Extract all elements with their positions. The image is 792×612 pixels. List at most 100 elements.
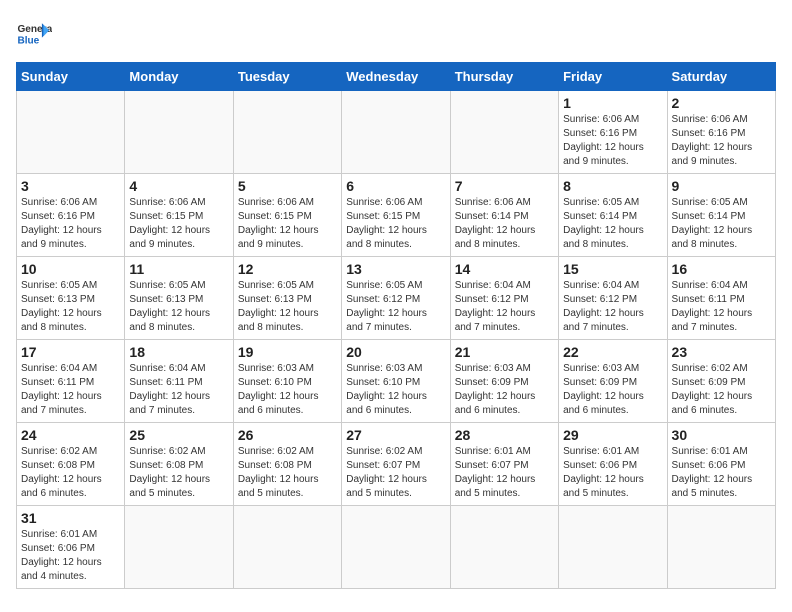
calendar-cell: 13 Sunrise: 6:05 AM Sunset: 6:12 PM Dayli… [342,257,450,340]
svg-text:Blue: Blue [17,35,39,46]
day-info: Sunrise: 6:02 AM Sunset: 6:08 PM Dayligh… [129,445,228,501]
day-number: 16 [672,261,771,277]
day-number: 21 [455,344,554,360]
calendar-cell: 20Sunrise: 6:03 AM Sunset: 6:10 PM Dayli… [342,340,450,423]
calendar-week-0: 1 Sunrise: 6:06 AM Sunset: 6:16 PM Daylig… [17,91,776,174]
calendar-cell: 8Sunrise: 6:05 AM Sunset: 6:14 PM Daylig… [559,174,667,257]
calendar-cell: 12Sunrise: 6:05 AM Sunset: 6:13 PM Dayli… [233,257,341,340]
day-info: Sunrise: 6:04 AM Sunset: 6:11 PM Dayligh… [21,362,120,418]
day-info: Sunrise: 6:03 AM Sunset: 6:10 PM Dayligh… [346,362,445,418]
day-number: 26 [238,427,337,443]
day-number: 28 [455,427,554,443]
calendar-week-5: 31 Sunrise: 6:01 AM Sunset: 6:06 PM Dayli… [17,506,776,589]
day-header-saturday: Saturday [667,63,775,91]
day-number: 23 [672,344,771,360]
day-header-wednesday: Wednesday [342,63,450,91]
calendar-cell [125,506,233,589]
calendar-cell [233,91,341,174]
day-number: 19 [238,344,337,360]
calendar-cell: 15 Sunrise: 6:04 AM Sunset: 6:12 PM Dayli… [559,257,667,340]
day-number: 6 [346,178,445,194]
day-info: Sunrise: 6:04 AM Sunset: 6:11 PM Dayligh… [129,362,228,418]
calendar-cell [17,91,125,174]
logo: General Blue [16,16,52,52]
day-info: Sunrise: 6:01 AM Sunset: 6:06 PM Dayligh… [672,445,771,501]
day-number: 2 [672,95,771,111]
calendar-cell: 30 Sunrise: 6:01 AM Sunset: 6:06 PM Dayli… [667,423,775,506]
day-number: 31 [21,510,120,526]
day-info: Sunrise: 6:05 AM Sunset: 6:14 PM Dayligh… [672,196,771,252]
day-info: Sunrise: 6:06 AM Sunset: 6:16 PM Dayligh… [672,113,771,169]
calendar-cell [559,506,667,589]
day-info: Sunrise: 6:04 AM Sunset: 6:12 PM Dayligh… [563,279,662,335]
calendar-cell: 27Sunrise: 6:02 AM Sunset: 6:07 PM Dayli… [342,423,450,506]
day-info: Sunrise: 6:02 AM Sunset: 6:08 PM Dayligh… [238,445,337,501]
day-info: Sunrise: 6:04 AM Sunset: 6:11 PM Dayligh… [672,279,771,335]
calendar-cell: 16 Sunrise: 6:04 AM Sunset: 6:11 PM Dayli… [667,257,775,340]
day-info: Sunrise: 6:03 AM Sunset: 6:09 PM Dayligh… [563,362,662,418]
day-header-friday: Friday [559,63,667,91]
calendar-cell: 28Sunrise: 6:01 AM Sunset: 6:07 PM Dayli… [450,423,558,506]
day-number: 17 [21,344,120,360]
day-info: Sunrise: 6:06 AM Sunset: 6:15 PM Dayligh… [129,196,228,252]
day-info: Sunrise: 6:06 AM Sunset: 6:15 PM Dayligh… [238,196,337,252]
day-number: 14 [455,261,554,277]
calendar-cell: 29 Sunrise: 6:01 AM Sunset: 6:06 PM Dayli… [559,423,667,506]
day-number: 13 [346,261,445,277]
day-info: Sunrise: 6:05 AM Sunset: 6:13 PM Dayligh… [129,279,228,335]
day-info: Sunrise: 6:04 AM Sunset: 6:12 PM Dayligh… [455,279,554,335]
day-info: Sunrise: 6:05 AM Sunset: 6:12 PM Dayligh… [346,279,445,335]
day-number: 30 [672,427,771,443]
day-number: 12 [238,261,337,277]
logo-icon: General Blue [16,16,52,52]
calendar-body: 1 Sunrise: 6:06 AM Sunset: 6:16 PM Daylig… [17,91,776,589]
day-number: 10 [21,261,120,277]
calendar-week-3: 17 Sunrise: 6:04 AM Sunset: 6:11 PM Dayli… [17,340,776,423]
day-info: Sunrise: 6:05 AM Sunset: 6:14 PM Dayligh… [563,196,662,252]
calendar-cell: 2 Sunrise: 6:06 AM Sunset: 6:16 PM Daylig… [667,91,775,174]
calendar-cell: 19 Sunrise: 6:03 AM Sunset: 6:10 PM Dayli… [233,340,341,423]
calendar-cell [342,91,450,174]
calendar-header-row: SundayMondayTuesdayWednesdayThursdayFrid… [17,63,776,91]
calendar-cell: 6Sunrise: 6:06 AM Sunset: 6:15 PM Daylig… [342,174,450,257]
calendar-cell: 5 Sunrise: 6:06 AM Sunset: 6:15 PM Daylig… [233,174,341,257]
day-number: 18 [129,344,228,360]
calendar-cell: 21 Sunrise: 6:03 AM Sunset: 6:09 PM Dayli… [450,340,558,423]
calendar-cell [450,506,558,589]
day-info: Sunrise: 6:06 AM Sunset: 6:14 PM Dayligh… [455,196,554,252]
calendar-cell: 3 Sunrise: 6:06 AM Sunset: 6:16 PM Daylig… [17,174,125,257]
day-number: 1 [563,95,662,111]
day-number: 9 [672,178,771,194]
day-info: Sunrise: 6:06 AM Sunset: 6:16 PM Dayligh… [563,113,662,169]
day-header-thursday: Thursday [450,63,558,91]
calendar-cell: 4Sunrise: 6:06 AM Sunset: 6:15 PM Daylig… [125,174,233,257]
day-info: Sunrise: 6:03 AM Sunset: 6:10 PM Dayligh… [238,362,337,418]
header: General Blue [16,16,776,52]
day-info: Sunrise: 6:06 AM Sunset: 6:16 PM Dayligh… [21,196,120,252]
day-number: 29 [563,427,662,443]
day-info: Sunrise: 6:02 AM Sunset: 6:09 PM Dayligh… [672,362,771,418]
calendar-cell [450,91,558,174]
day-info: Sunrise: 6:02 AM Sunset: 6:07 PM Dayligh… [346,445,445,501]
calendar-cell: 24Sunrise: 6:02 AM Sunset: 6:08 PM Dayli… [17,423,125,506]
calendar-cell: 9 Sunrise: 6:05 AM Sunset: 6:14 PM Daylig… [667,174,775,257]
day-number: 5 [238,178,337,194]
day-info: Sunrise: 6:05 AM Sunset: 6:13 PM Dayligh… [21,279,120,335]
day-number: 3 [21,178,120,194]
day-info: Sunrise: 6:01 AM Sunset: 6:06 PM Dayligh… [563,445,662,501]
calendar-cell: 23 Sunrise: 6:02 AM Sunset: 6:09 PM Dayli… [667,340,775,423]
calendar-cell [233,506,341,589]
calendar-cell: 31 Sunrise: 6:01 AM Sunset: 6:06 PM Dayli… [17,506,125,589]
calendar-table: SundayMondayTuesdayWednesdayThursdayFrid… [16,62,776,589]
day-header-monday: Monday [125,63,233,91]
calendar-week-2: 10 Sunrise: 6:05 AM Sunset: 6:13 PM Dayli… [17,257,776,340]
calendar-cell: 1 Sunrise: 6:06 AM Sunset: 6:16 PM Daylig… [559,91,667,174]
day-number: 15 [563,261,662,277]
calendar-cell: 14 Sunrise: 6:04 AM Sunset: 6:12 PM Dayli… [450,257,558,340]
calendar-cell [125,91,233,174]
calendar-cell: 18 Sunrise: 6:04 AM Sunset: 6:11 PM Dayli… [125,340,233,423]
day-number: 11 [129,261,228,277]
day-info: Sunrise: 6:01 AM Sunset: 6:06 PM Dayligh… [21,528,120,584]
day-info: Sunrise: 6:03 AM Sunset: 6:09 PM Dayligh… [455,362,554,418]
day-header-tuesday: Tuesday [233,63,341,91]
